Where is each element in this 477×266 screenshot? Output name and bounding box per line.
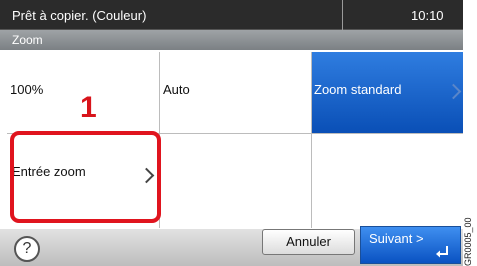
title-bar: Zoom [0, 30, 463, 50]
next-button-label: Suivant > [369, 231, 424, 246]
step-highlight-frame [10, 131, 161, 223]
status-divider [342, 0, 343, 30]
help-button[interactable]: ? [14, 236, 40, 262]
next-button[interactable]: Suivant > [360, 226, 461, 264]
figure-code: GR0005_00 [463, 217, 473, 266]
panel-screen: Prêt à copier. (Couleur) 10:10 Zoom 100%… [0, 0, 463, 266]
option-auto-button[interactable]: Auto [160, 52, 311, 133]
status-bar: Prêt à copier. (Couleur) 10:10 [0, 0, 463, 30]
option-zoom-standard-button[interactable]: Zoom standard [312, 52, 463, 133]
enter-icon [436, 246, 448, 258]
step-number-callout: 1 [80, 91, 97, 124]
option-auto-label: Auto [163, 82, 190, 97]
empty-cell [160, 134, 311, 228]
empty-cell [312, 134, 463, 228]
status-time: 10:10 [411, 8, 444, 23]
option-zoom-standard-label: Zoom standard [314, 82, 402, 97]
status-message: Prêt à copier. (Couleur) [12, 8, 147, 23]
cancel-button[interactable]: Annuler [262, 229, 355, 255]
page-title: Zoom [12, 33, 43, 47]
option-100-percent-label: 100% [10, 82, 44, 97]
chevron-right-icon [445, 83, 462, 100]
